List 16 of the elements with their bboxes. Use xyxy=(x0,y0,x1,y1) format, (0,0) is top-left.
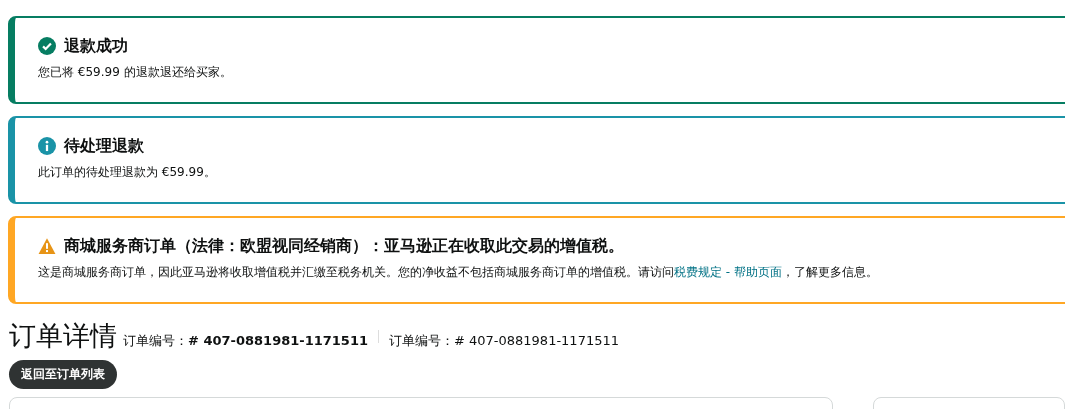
warning-icon xyxy=(38,237,56,255)
alert-title: 待处理退款 xyxy=(64,135,144,157)
alert-title: 商城服务商订单（法律：欧盟视同经销商）：亚马逊正在收取此交易的增值税。 xyxy=(64,235,624,257)
alert-message: ，了解更多信息。 xyxy=(781,265,878,279)
page-title: 订单详情 xyxy=(9,319,117,353)
alert-message: 您已将 €59.99 的退款退还给买家。 xyxy=(38,65,232,79)
back-button[interactable]: 返回至订单列表 xyxy=(9,360,117,389)
order-id: 订单编号：# 407-0881981-1171511 xyxy=(389,332,619,350)
order-id-label: 订单编号： xyxy=(123,332,188,350)
order-id: # 407-0881981-1171511 xyxy=(188,333,368,348)
check-circle-icon xyxy=(38,37,56,55)
alert-message: 这是商城服务商订单，因此亚马逊将收取增值税并汇缴至税务机关。您的净收益不包括商城服务商订单的增值税。请访问 xyxy=(38,265,674,279)
alert-title: 退款成功 xyxy=(64,35,128,57)
alert-message: 此订单的待处理退款为 €59.99。 xyxy=(38,165,216,179)
help-link[interactable]: 税费规定 - 帮助页面 xyxy=(674,265,782,279)
info-icon xyxy=(38,137,56,155)
